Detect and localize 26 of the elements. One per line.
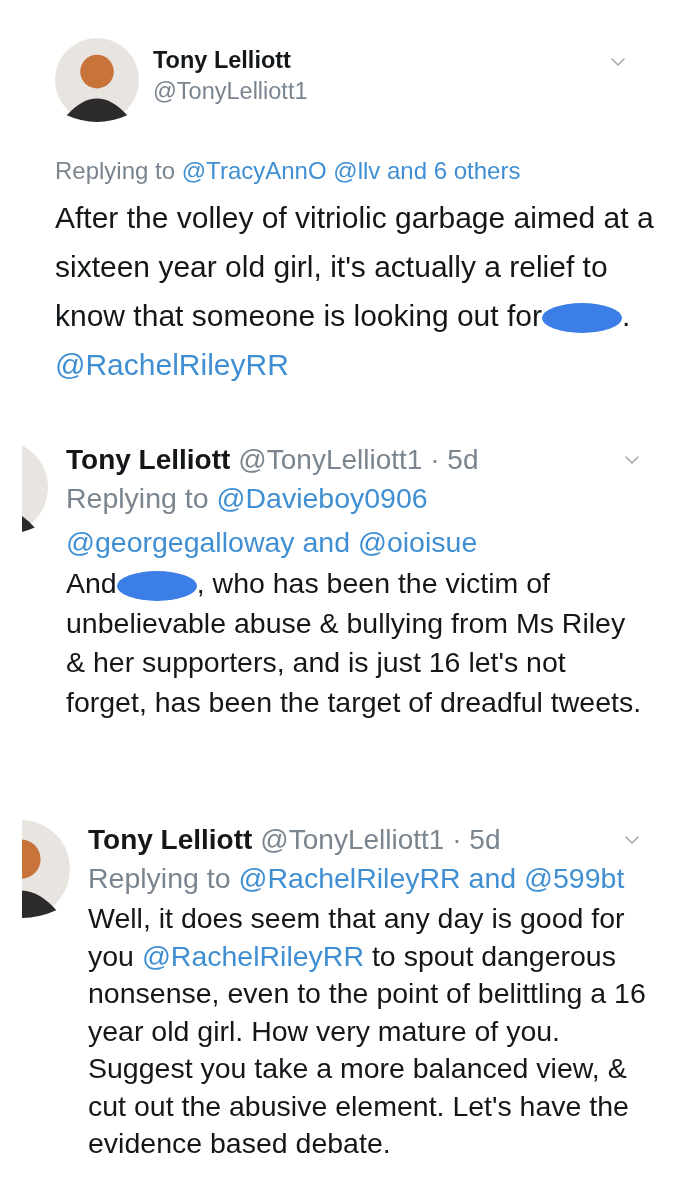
reply-target-link[interactable]: @TracyAnnO (181, 157, 327, 184)
mention-link[interactable]: @RachelRileyRR (55, 348, 289, 382)
tweet-text: And , who has been the victim of unbelievable abuse & bullying from Ms Riley & her supporters, and is just 16 let's not forget, has been the target of dreadful tweets. (66, 566, 643, 720)
avatar[interactable] (55, 38, 139, 122)
replying-label: Replying to (55, 157, 176, 184)
user-name[interactable]: Tony Lelliott (66, 444, 231, 476)
reply-target-link[interactable]: and (468, 862, 517, 894)
user-name[interactable]: Tony Lelliott (153, 47, 592, 74)
reply-target-link[interactable]: @Davieboy0906 (216, 482, 428, 514)
replying-label: Replying to (66, 482, 209, 514)
mention-link[interactable]: @RachelRileyRR (141, 939, 365, 972)
reply-target-link[interactable]: @oioisue (358, 526, 478, 559)
reply-target-link[interactable]: @599bt (524, 862, 625, 894)
tweet-text: After the volley of vitriolic garbage aimed at a sixteen year old girl, it's actually a relief to know that someone is looking out for . @RachelRileyRR (55, 200, 655, 384)
avatar[interactable] (22, 820, 70, 918)
reply-target-link[interactable]: and (302, 526, 351, 559)
user-handle[interactable]: @TonyLelliott1 · 5d (238, 444, 479, 476)
user-handle[interactable]: @TonyLelliott1 (153, 78, 592, 105)
replying-label: Replying to (88, 862, 231, 894)
reply-target-link[interactable]: @llv (333, 157, 381, 184)
user-name[interactable]: Tony Lelliott (88, 824, 253, 856)
reply-target-link[interactable]: @georgegalloway (66, 526, 295, 559)
user-handle[interactable]: @TonyLelliott1 · 5d (260, 824, 501, 856)
tweet-text: Well, it does seem that any day is good for you @RachelRileyRR to spout dangerous nonsense, even to the point of belittling a 16 year old girl. How very mature of you. Suggest you take a more balanced view, & cut out the abusive element. Let's have the evidence based debate. (88, 901, 647, 1162)
reply-target-link[interactable]: @RachelRileyRR (238, 862, 461, 894)
reply-target-link[interactable]: and 6 others (386, 157, 521, 184)
